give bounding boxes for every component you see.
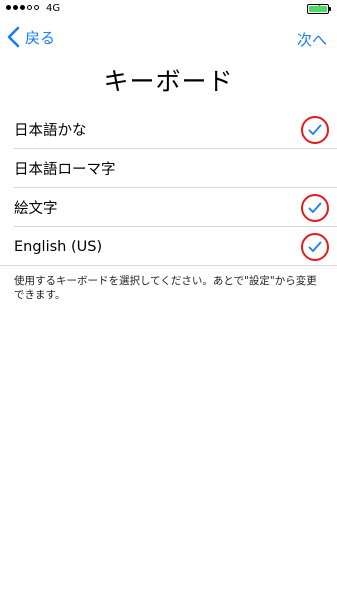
keyboard-item-label: 日本語ローマ字 (14, 162, 116, 178)
signal-strength-icon (6, 5, 39, 10)
keyboard-item-english-us[interactable]: English (US) (0, 227, 337, 266)
keyboard-list: 日本語かな 日本語ローマ字 絵文字 English (US) (0, 110, 337, 266)
selected-indicator (301, 193, 329, 222)
checkmark-icon (308, 124, 322, 135)
keyboard-item-label: 絵文字 (14, 201, 58, 217)
back-button[interactable]: 戻る (6, 26, 55, 48)
keyboard-item-japanese-romaji[interactable]: 日本語ローマ字 (0, 149, 337, 188)
keyboard-item-label: English (US) (14, 238, 103, 255)
navigation-bar: 戻る 次へ (0, 22, 337, 56)
battery-icon (307, 4, 331, 14)
checkmark-icon (308, 202, 322, 213)
back-label: 戻る (25, 28, 56, 47)
checkmark-icon (308, 241, 322, 252)
divider (0, 265, 337, 266)
keyboard-item-emoji[interactable]: 絵文字 (0, 188, 337, 227)
page-title: キーボード (103, 67, 234, 96)
keyboard-setup-screen: 4G ⚡ 戻る 次へ キーボード 日本語かな 日本語ローマ字 (0, 0, 337, 600)
selected-indicator (301, 232, 329, 261)
selected-indicator (301, 115, 329, 144)
keyboard-item-label: 日本語かな (14, 123, 87, 139)
keyboard-item-japanese-kana[interactable]: 日本語かな (0, 110, 337, 149)
network-type: 4G (46, 3, 61, 14)
instruction-text: 使用するキーボードを選択してください。あとで"設定"から変更できます。 (14, 275, 317, 301)
chevron-left-icon (7, 26, 20, 48)
status-bar: 4G ⚡ (0, 0, 337, 18)
next-button[interactable]: 次へ (297, 29, 327, 50)
